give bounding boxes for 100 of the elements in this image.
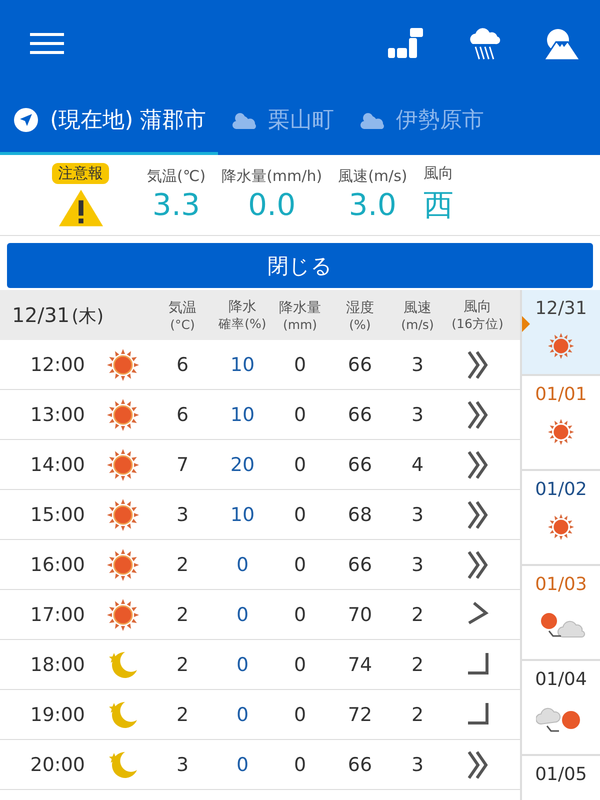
sun-icon <box>106 448 138 480</box>
rainfall-cell: 0 <box>294 754 306 776</box>
blocks-icon[interactable] <box>388 27 424 61</box>
column-header: 湿度 <box>346 298 374 316</box>
alert-badge: 注意報 <box>52 162 109 184</box>
column-unit: (°C) <box>170 316 195 332</box>
probability-cell: 10 <box>230 504 255 526</box>
humidity-cell: 66 <box>348 554 372 576</box>
column-unit: (mm) <box>282 316 318 332</box>
time-cell-text: 14:00 <box>30 454 86 476</box>
sun-icon <box>106 548 138 580</box>
temperature-cell: 3 <box>176 754 189 776</box>
humidity-cell: 70 <box>348 604 372 626</box>
rainfall-cell: 0 <box>294 554 306 576</box>
sun-icon <box>548 514 574 540</box>
probability-cell: 0 <box>236 554 249 576</box>
column-header: 降水量 <box>279 298 321 316</box>
wind-speed-cell: 2 <box>411 654 424 676</box>
temperature-cell: 2 <box>176 604 189 626</box>
probability-cell: 0 <box>236 654 249 676</box>
temperature-cell: 7 <box>176 454 189 476</box>
column-header: 降水 <box>228 298 256 316</box>
column-unit: (m/s) <box>401 316 434 332</box>
wind-speed-cell: 3 <box>411 504 424 526</box>
probability-cell: 10 <box>230 404 255 426</box>
time-cell-text: 12:00 <box>30 354 86 376</box>
probability-cell: 10 <box>230 354 255 376</box>
reading-label: 風速(m/s) <box>338 167 408 186</box>
wind-speed-cell: 2 <box>411 604 424 626</box>
rainfall-cell: 0 <box>294 654 306 676</box>
column-header: 風向 <box>464 298 492 316</box>
warning-icon <box>58 188 104 228</box>
probability-cell: 0 <box>236 704 249 726</box>
wind-speed-cell: 3 <box>411 354 424 376</box>
reading-value: 3.0 <box>348 188 397 223</box>
humidity-cell: 68 <box>348 504 372 526</box>
wind-speed-cell: 4 <box>411 454 424 476</box>
reading-label: 風向 <box>423 164 454 183</box>
rainfall-cell: 0 <box>294 354 306 376</box>
double-chevron-icon <box>466 550 490 580</box>
probability-cell: 20 <box>230 454 255 476</box>
time-cell-text: 18:00 <box>30 654 86 676</box>
column-unit: 確率(%) <box>218 316 266 332</box>
column-unit: (%) <box>349 316 371 332</box>
column-header: 気温 <box>168 298 196 316</box>
humidity-cell: 72 <box>348 704 372 726</box>
rainfall-cell: 0 <box>294 704 306 726</box>
probability-cell: 0 <box>236 754 249 776</box>
temperature-cell: 2 <box>176 704 189 726</box>
time-cell-text: 13:00 <box>30 404 86 426</box>
double-chevron-icon <box>466 500 490 530</box>
rainfall-cell: 0 <box>294 504 306 526</box>
sun-icon <box>548 419 574 445</box>
rainfall-cell: 0 <box>294 604 306 626</box>
reading-value: 0.0 <box>248 188 296 223</box>
double-chevron-icon <box>466 400 490 430</box>
column-header: 風速 <box>404 298 432 316</box>
humidity-cell: 66 <box>348 404 372 426</box>
wind-speed-cell: 2 <box>411 704 424 726</box>
reading-value: 西 <box>423 187 454 225</box>
humidity-cell: 74 <box>348 654 372 676</box>
temperature-cell: 2 <box>176 554 189 576</box>
temperature-cell: 6 <box>176 354 189 376</box>
time-cell-text: 19:00 <box>30 704 86 726</box>
reading-label: 気温(℃) <box>147 167 206 186</box>
probability-cell: 0 <box>236 604 249 626</box>
time-cell-text: 17:00 <box>30 604 86 626</box>
temperature-cell: 2 <box>176 654 189 676</box>
rainfall-cell: 0 <box>294 454 306 476</box>
temperature-cell: 6 <box>176 404 189 426</box>
weekday-label: (木) <box>72 304 104 328</box>
sun-icon <box>106 398 138 430</box>
humidity-cell: 66 <box>348 454 372 476</box>
sun-icon <box>548 333 574 359</box>
date-heading: 12/31 <box>12 302 70 326</box>
day-tab[interactable]: 12/31 <box>522 290 600 376</box>
humidity-cell: 66 <box>348 754 372 776</box>
double-chevron-icon <box>466 750 490 780</box>
time-cell-text: 15:00 <box>30 504 86 526</box>
time-cell-text: 16:00 <box>30 554 86 576</box>
sun-icon <box>106 348 138 380</box>
double-chevron-icon <box>466 350 490 380</box>
column-unit: (16方位) <box>452 316 504 332</box>
time-cell-text: 20:00 <box>30 754 86 776</box>
sun-icon <box>106 498 138 530</box>
close-button[interactable]: 閉じる <box>7 243 593 288</box>
temperature-cell: 3 <box>176 504 189 526</box>
pointer-icon <box>522 316 530 332</box>
reading-value: 3.3 <box>152 188 200 223</box>
mountain-icon[interactable] <box>544 27 580 61</box>
sun-icon <box>106 598 138 630</box>
location-tab[interactable]: (現在地) 蒲郡市 <box>0 88 218 155</box>
location-icon <box>12 108 40 132</box>
wind-speed-cell: 3 <box>411 404 424 426</box>
humidity-cell: 66 <box>348 354 372 376</box>
wind-speed-cell: 3 <box>411 754 424 776</box>
rainfall-cell: 0 <box>294 404 306 426</box>
menu-icon[interactable] <box>30 33 64 55</box>
wind-speed-cell: 3 <box>411 554 424 576</box>
double-chevron-icon <box>466 450 490 480</box>
